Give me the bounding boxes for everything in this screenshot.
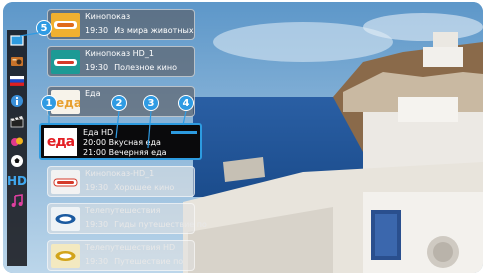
tv-screen: HD Кинопоказ 19:30 Из мира животных Киноп… <box>3 2 483 273</box>
callout-leaders <box>19 31 187 149</box>
